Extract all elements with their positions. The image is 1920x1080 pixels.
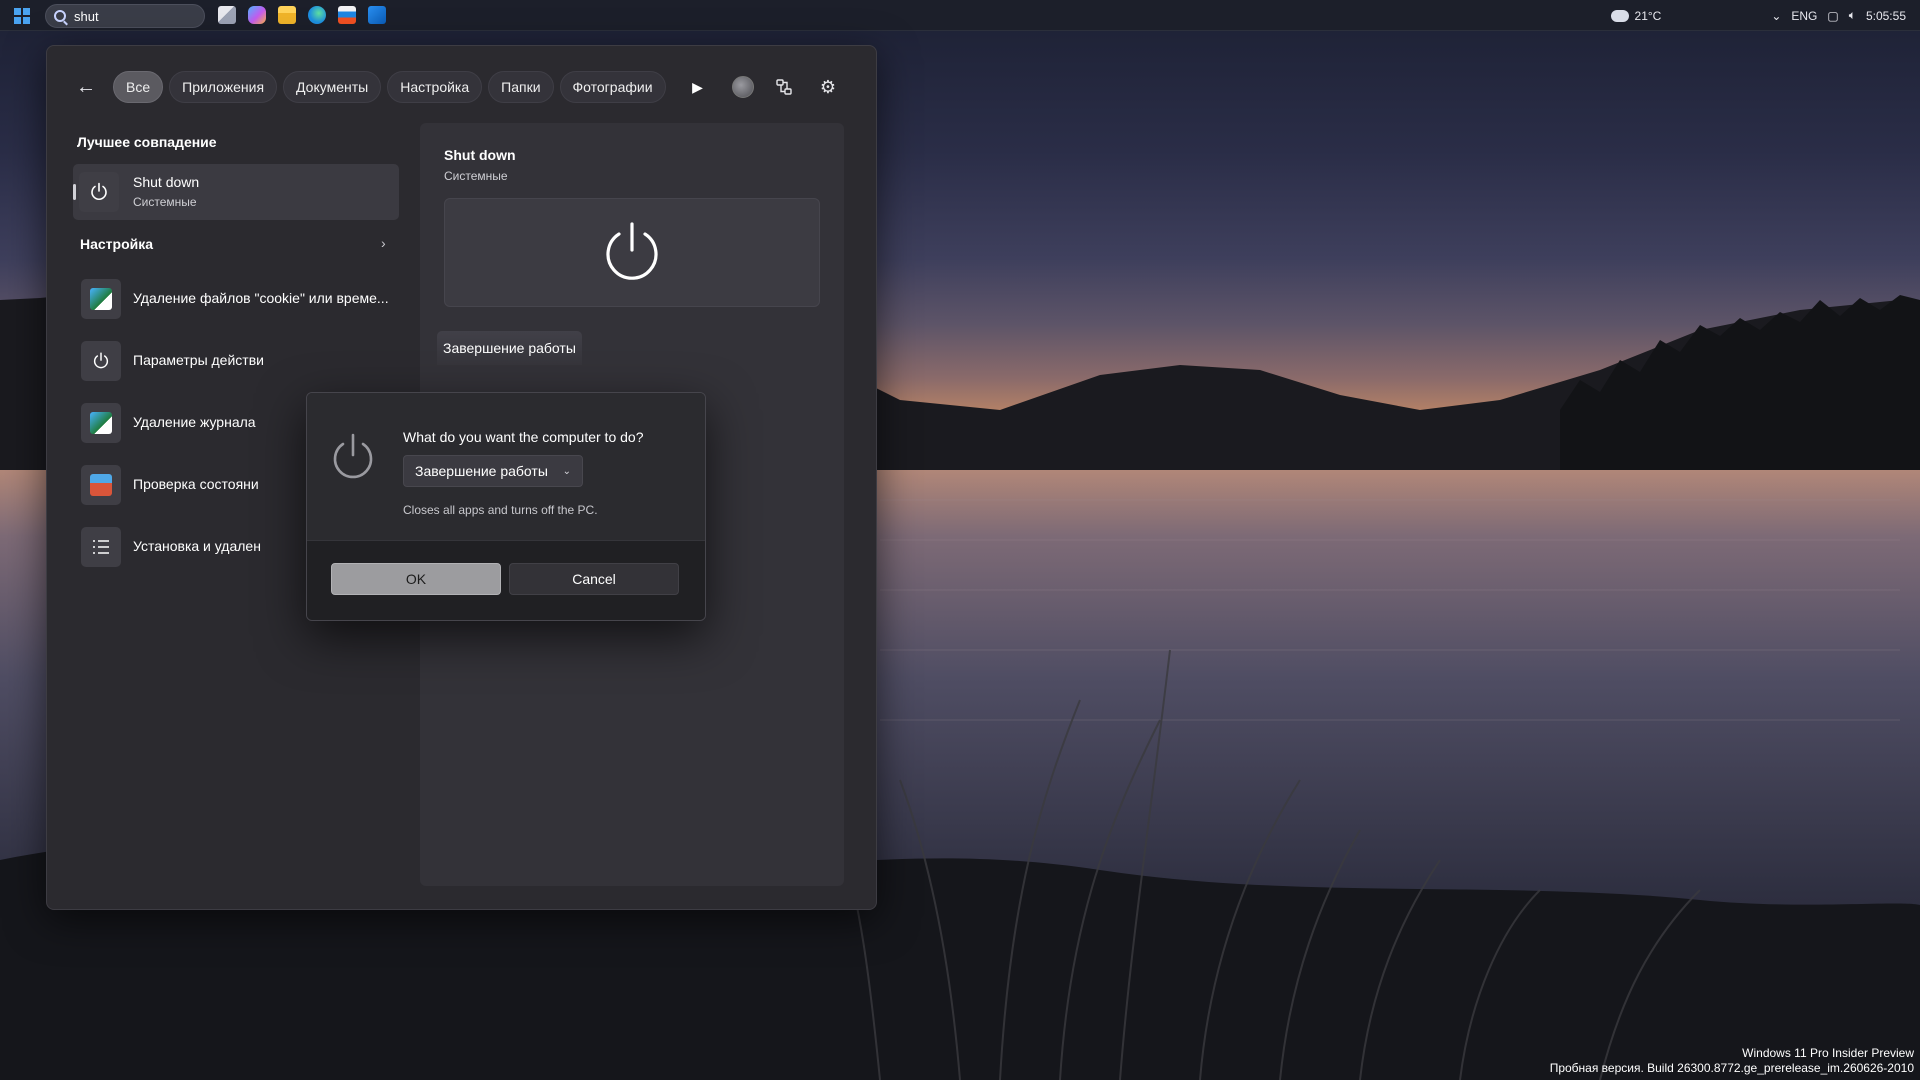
watermark-build: Пробная версия. Build 26300.8772.ge_prer… (1549, 1061, 1914, 1075)
pinned-apps (218, 6, 386, 24)
settings-item-power-actions[interactable]: Параметры действи (73, 336, 399, 386)
power-icon (79, 172, 119, 212)
shutdown-action-button[interactable]: Завершение работы (437, 331, 582, 365)
filter-bar: ← Все Приложения Документы Настройка Пап… (71, 70, 852, 104)
copilot-icon[interactable] (248, 6, 266, 24)
build-watermark: Windows 11 Pro Insider Preview Пробная в… (1550, 1046, 1914, 1076)
power-icon (606, 221, 658, 280)
volume-icon[interactable]: 🔈︎ (1849, 8, 1856, 23)
taskbar-search-value: shut (74, 8, 99, 24)
dialog-question: What do you want the computer to do? (403, 429, 644, 445)
weather-widget[interactable]: 21°C (1610, 4, 1662, 23)
watermark-edition: Windows 11 Pro Insider Preview (1742, 1046, 1914, 1060)
taskbar: shut 21°C ⌄ ENG ▢ 🔈︎ 5:05:55 (0, 0, 1920, 31)
shutdown-dialog: What do you want the computer to do? Зав… (306, 392, 706, 621)
file-explorer-icon[interactable] (278, 6, 296, 24)
filter-apps[interactable]: Приложения (169, 71, 278, 103)
chevron-right-icon[interactable]: › (381, 235, 386, 251)
gear-icon[interactable]: ⚙︎ (814, 73, 842, 101)
ok-button[interactable]: OK (331, 563, 501, 595)
clock[interactable]: 5:05:55 (1866, 9, 1906, 23)
chevron-up-icon[interactable]: ⌄ (1771, 9, 1781, 23)
settings-heading[interactable]: Настройка (80, 236, 153, 252)
start-button[interactable] (14, 8, 30, 24)
more-filters-play-icon[interactable]: ▶ (684, 73, 712, 101)
internet-options-icon (81, 279, 121, 319)
store-icon[interactable] (338, 6, 356, 24)
outlook-icon[interactable] (368, 6, 386, 24)
weather-temperature: 21°C (1634, 8, 1662, 23)
search-icon (54, 10, 66, 22)
filter-all[interactable]: Все (113, 71, 164, 103)
language-indicator[interactable]: ENG (1791, 9, 1817, 23)
shutdown-option-dropdown[interactable]: Завершение работы ⌄ (403, 455, 583, 487)
filter-photos[interactable]: Фотографии (559, 71, 666, 103)
detail-subtitle: Системные (444, 169, 508, 183)
flyout-header-actions: ⚙︎ (732, 70, 842, 104)
settings-item-cookies[interactable]: Удаление файлов "cookie" или време... (73, 274, 399, 324)
settings-item-label: Установка и удален (133, 538, 261, 554)
dialog-body: What do you want the computer to do? Зав… (307, 393, 705, 540)
settings-item-label: Параметры действи (133, 352, 264, 368)
weather-cloud-icon (1610, 4, 1629, 22)
chevron-down-icon: ⌄ (562, 465, 571, 477)
filter-settings[interactable]: Настройка (387, 71, 483, 103)
power-icon (81, 341, 121, 381)
dropdown-selected-value: Завершение работы (415, 463, 548, 479)
detail-preview (444, 198, 820, 307)
firewall-icon (81, 465, 121, 505)
list-icon (81, 527, 121, 567)
option-description: Closes all apps and turns off the PC. (403, 503, 598, 517)
search-flyout: ← Все Приложения Документы Настройка Пап… (46, 45, 877, 910)
settings-item-label: Удаление журнала (133, 414, 256, 430)
back-arrow-icon[interactable]: ← (71, 72, 101, 102)
settings-item-label: Удаление файлов "cookie" или време... (133, 290, 389, 306)
taskbar-search-box[interactable]: shut (45, 4, 205, 28)
best-match-heading: Лучшее совпадение (77, 134, 217, 150)
filter-documents[interactable]: Документы (283, 71, 382, 103)
task-view-icon[interactable] (218, 6, 236, 24)
best-match-result[interactable]: Shut down Системные (73, 164, 399, 220)
best-match-title: Shut down (133, 174, 200, 190)
internet-options-icon (81, 403, 121, 443)
settings-item-label: Проверка состояни (133, 476, 259, 492)
detail-title: Shut down (444, 147, 516, 163)
filter-folders[interactable]: Папки (488, 71, 554, 103)
network-icon[interactable]: ▢ (1827, 9, 1838, 23)
power-icon (333, 433, 373, 479)
system-tray: 21°C ⌄ ENG ▢ 🔈︎ 5:05:55 (1610, 0, 1906, 31)
account-avatar[interactable] (732, 76, 754, 98)
best-match-subtitle: Системные (133, 195, 197, 209)
share-network-icon[interactable] (770, 73, 798, 101)
selection-indicator (73, 184, 76, 200)
cancel-button[interactable]: Cancel (509, 563, 679, 595)
edge-icon[interactable] (308, 6, 326, 24)
